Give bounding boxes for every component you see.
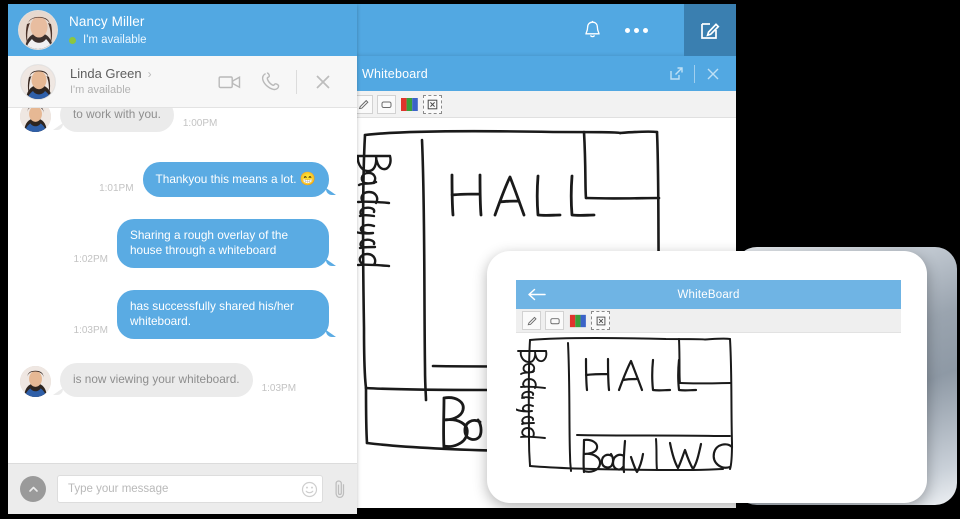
compose-icon[interactable] <box>684 4 736 56</box>
message-input[interactable] <box>58 483 296 495</box>
user-status: I'm available <box>83 33 147 46</box>
pencil-tool[interactable] <box>522 311 541 330</box>
message-time: 1:03PM <box>73 325 108 336</box>
avatar <box>20 366 51 397</box>
status-dot <box>69 36 76 44</box>
user-name: Nancy Miller <box>69 13 145 29</box>
message-time: 1:02PM <box>73 254 108 265</box>
contact-status: I'm available <box>70 84 131 96</box>
message-row: 1:02PM Sharing a rough overlay of the ho… <box>8 219 357 268</box>
video-call-icon[interactable] <box>210 62 250 102</box>
popout-icon[interactable] <box>661 56 691 91</box>
current-user-block: Nancy Miller I'm available <box>18 10 147 50</box>
color-palette-tool[interactable] <box>400 95 419 114</box>
smiley-icon[interactable] <box>296 476 322 502</box>
actions-divider <box>296 69 297 94</box>
message-bubble: Thankyou this means a lot. 😁 <box>142 162 337 197</box>
tablet-app-title: WhiteBoard <box>677 288 740 301</box>
message-time: 1:01PM <box>99 183 134 194</box>
whiteboard-titlebar: Whiteboard <box>348 56 736 91</box>
message-list[interactable]: to work with you. 1:00PM 1:01PM Thankyou… <box>8 108 357 463</box>
user-status-row: I'm available <box>69 34 147 47</box>
chevron-right-icon[interactable]: › <box>148 68 152 80</box>
clear-x-icon[interactable] <box>591 311 610 330</box>
message-bubble: has successfully shared his/her whiteboa… <box>117 290 336 339</box>
message-bubble: is now viewing your whiteboard. <box>53 363 253 397</box>
message-composer <box>8 463 357 514</box>
message-bubble: Sharing a rough overlay of the house thr… <box>117 219 336 268</box>
tablet-toolbar <box>516 309 901 333</box>
clear-x-icon[interactable] <box>423 94 442 114</box>
titlebar-divider <box>694 64 695 83</box>
whiteboard-toolbar <box>348 91 736 118</box>
avatar <box>20 108 51 132</box>
paperclip-icon[interactable] <box>323 472 357 506</box>
conversation-contact: Linda Green › I'm available <box>70 66 210 97</box>
message-row: 1:01PM Thankyou this means a lot. 😁 <box>8 162 357 197</box>
message-time: 1:03PM <box>261 383 297 394</box>
message-row: is now viewing your whiteboard. 1:03PM <box>8 363 357 397</box>
message-bubble: to work with you. <box>53 108 174 132</box>
tablet-app-titlebar: WhiteBoard <box>516 280 901 309</box>
more-options-icon[interactable] <box>614 4 658 56</box>
screenshot-root: Whiteboard Nancy Miller I'm available Li… <box>0 0 960 519</box>
color-palette-tool[interactable] <box>568 311 587 330</box>
contact-name: Linda Green <box>70 66 142 81</box>
rectangle-tool[interactable] <box>377 94 396 114</box>
avatar <box>18 10 58 50</box>
message-text: Thankyou this means a lot. <box>155 172 297 186</box>
close-icon[interactable] <box>698 56 728 91</box>
message-row: to work with you. 1:00PM <box>8 108 357 132</box>
message-time: 1:00PM <box>182 118 218 129</box>
tablet-whiteboard-canvas[interactable] <box>516 333 901 476</box>
current-user-text: Nancy Miller I'm available <box>69 14 147 47</box>
rectangle-tool[interactable] <box>545 311 564 330</box>
tablet-device: WhiteBoard <box>487 251 927 503</box>
message-row: 1:03PM has successfully shared his/her w… <box>8 290 357 339</box>
arrow-left-icon[interactable] <box>526 280 547 309</box>
voice-call-icon[interactable] <box>250 62 290 102</box>
emoji-glyph: 😁 <box>299 171 316 186</box>
bell-icon[interactable] <box>570 4 614 56</box>
conversation-header: Linda Green › I'm available <box>8 56 357 108</box>
header-actions <box>570 4 736 56</box>
message-input-wrapper[interactable] <box>57 475 323 503</box>
close-icon[interactable] <box>303 62 343 102</box>
floor-plan-sketch <box>516 337 734 474</box>
whiteboard-titlebar-actions <box>661 56 728 91</box>
chevron-up-icon[interactable] <box>20 476 46 502</box>
tablet-screen: WhiteBoard <box>516 280 901 476</box>
conversation-actions <box>210 62 357 102</box>
avatar <box>20 63 56 100</box>
whiteboard-title: Whiteboard <box>362 66 428 81</box>
